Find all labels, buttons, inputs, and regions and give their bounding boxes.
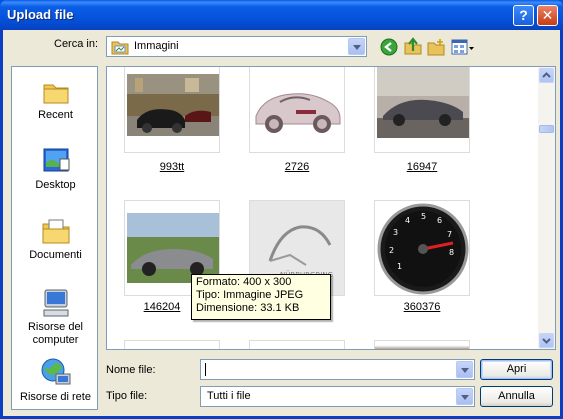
upload-file-dialog: Upload file ? ✕ Cerca in: Immagini Recen… [0, 0, 563, 419]
tooltip-type: Tipo: Immagine JPEG [196, 289, 304, 301]
place-label: Risorse del computer [27, 321, 84, 346]
tooltip-size: Dimensione: 33.1 KB [196, 302, 300, 314]
filename-input[interactable] [200, 359, 475, 380]
file-thumbnail [374, 67, 470, 153]
my-computer-icon [43, 289, 68, 317]
back-icon[interactable] [380, 38, 398, 56]
svg-text:6: 6 [437, 216, 442, 225]
file-item[interactable] [374, 340, 470, 349]
place-computer[interactable]: Risorse del computer [12, 287, 97, 347]
file-thumbnail [124, 67, 220, 153]
place-documents[interactable]: Documenti [12, 215, 97, 261]
recent-folder-icon [43, 84, 68, 104]
svg-text:4: 4 [405, 216, 410, 225]
filename-label: Nome file: [106, 364, 156, 376]
text-cursor [205, 363, 206, 376]
svg-text:2: 2 [389, 246, 394, 255]
svg-text:7: 7 [447, 230, 452, 239]
place-recent[interactable]: Recent [12, 77, 97, 121]
place-label: Risorse di rete [20, 391, 91, 403]
scroll-down-button[interactable] [539, 333, 554, 348]
file-info-tooltip: Formato: 400 x 300 Tipo: Immagine JPEG D… [191, 274, 331, 320]
file-name: 360376 [403, 301, 441, 313]
up-folder-icon[interactable] [404, 37, 422, 55]
place-label: Recent [38, 109, 73, 121]
file-name: 993tt [159, 161, 185, 173]
places-bar: Recent Desktop Documenti Risorse del com… [11, 66, 98, 410]
scroll-thumb[interactable] [539, 125, 554, 133]
filetype-value: Tutti i file [207, 390, 251, 402]
lookin-label: Cerca in: [54, 38, 99, 50]
file-thumbnail [249, 67, 345, 153]
place-label: Desktop [35, 179, 76, 191]
place-network[interactable]: Risorse di rete [12, 357, 97, 403]
chevron-down-icon[interactable] [456, 388, 473, 405]
file-item[interactable] [249, 340, 345, 349]
file-item[interactable]: 2726 [249, 67, 345, 173]
cancel-button[interactable]: Annulla [480, 386, 553, 407]
filetype-select[interactable]: Tutti i file [200, 386, 475, 407]
title-bar[interactable]: Upload file ? ✕ [0, 0, 563, 30]
help-button[interactable]: ? [513, 5, 534, 26]
file-name: 16947 [406, 161, 438, 173]
file-name: 2726 [284, 161, 310, 173]
place-label: Documenti [29, 249, 82, 261]
desktop-icon [43, 148, 69, 172]
file-item[interactable] [124, 340, 220, 349]
svg-text:8: 8 [449, 248, 454, 257]
close-button[interactable]: ✕ [537, 5, 558, 26]
file-thumbnail: 12 34 56 78 [374, 200, 470, 296]
svg-text:1: 1 [397, 262, 402, 271]
network-places-icon [41, 358, 70, 385]
chevron-down-icon[interactable] [456, 361, 473, 378]
open-button[interactable]: Apri [480, 359, 553, 380]
view-menu-icon[interactable] [451, 38, 475, 56]
svg-text:3: 3 [393, 228, 398, 237]
new-folder-icon[interactable] [427, 38, 445, 56]
documents-folder-icon [42, 219, 69, 244]
chevron-down-icon[interactable] [348, 38, 365, 55]
chevron-up-icon [542, 72, 551, 78]
lookin-value: Immagini [134, 40, 179, 52]
lookin-select[interactable]: Immagini [106, 36, 367, 57]
file-item[interactable]: 16947 [374, 67, 470, 173]
svg-text:5: 5 [421, 212, 426, 221]
vertical-scrollbar[interactable] [538, 67, 555, 349]
file-list[interactable]: 993tt 2726 16947 146204 1 2 3 4 5 6 7 8 … [106, 66, 556, 350]
scroll-up-button[interactable] [539, 68, 554, 83]
place-desktop[interactable]: Desktop [12, 145, 97, 191]
window-title: Upload file [7, 7, 74, 22]
file-item[interactable]: 12 34 56 78 360376 [374, 200, 470, 313]
tooltip-format: Formato: 400 x 300 [196, 276, 292, 288]
chevron-down-icon [542, 338, 551, 344]
file-item[interactable]: 993tt [124, 67, 220, 173]
filetype-label: Tipo file: [106, 390, 148, 402]
folder-icon [111, 41, 129, 55]
